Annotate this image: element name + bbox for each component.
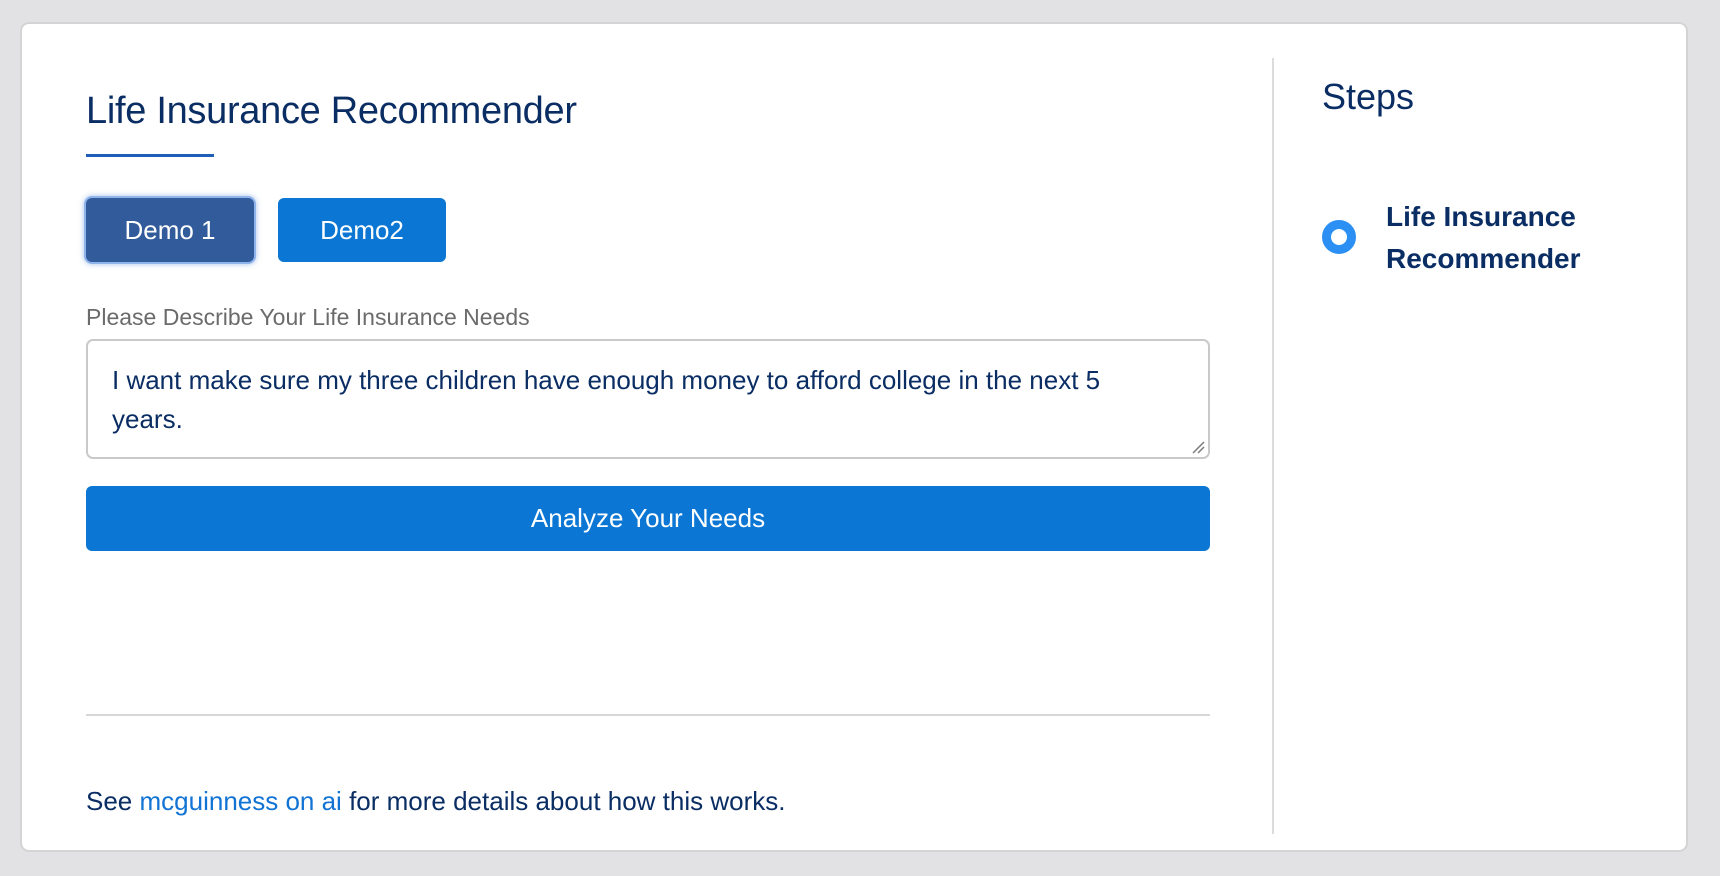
- step-item-life-insurance-recommender[interactable]: Life Insurance Recommender: [1322, 192, 1662, 282]
- resize-handle-icon[interactable]: [1191, 440, 1205, 454]
- steps-title: Steps: [1322, 76, 1415, 117]
- step-current-indicator-icon: [1322, 220, 1356, 254]
- demo-1-button[interactable]: Demo 1: [86, 198, 254, 262]
- footer-prefix: See: [86, 786, 140, 816]
- page-title: Life Insurance Recommender: [86, 90, 577, 132]
- needs-textarea[interactable]: I want make sure my three children have …: [86, 339, 1210, 459]
- analyze-needs-button[interactable]: Analyze Your Needs: [86, 486, 1210, 551]
- demo-2-button[interactable]: Demo2: [278, 198, 446, 262]
- footer-text: See mcguinness on ai for more details ab…: [86, 786, 785, 817]
- vertical-separator: [1272, 58, 1274, 834]
- footer-suffix: for more details about how this works.: [341, 786, 786, 816]
- footer-divider: [86, 714, 1210, 716]
- main-panel: Life Insurance Recommender Demo 1 Demo2 …: [86, 24, 1210, 850]
- app-card: Life Insurance Recommender Demo 1 Demo2 …: [20, 22, 1688, 852]
- title-underline: [86, 154, 214, 157]
- needs-textarea-value[interactable]: I want make sure my three children have …: [112, 361, 1158, 439]
- step-label: Life Insurance Recommender: [1386, 201, 1581, 274]
- needs-field-label: Please Describe Your Life Insurance Need…: [86, 304, 530, 330]
- mcguinness-link[interactable]: mcguinness on ai: [140, 786, 342, 816]
